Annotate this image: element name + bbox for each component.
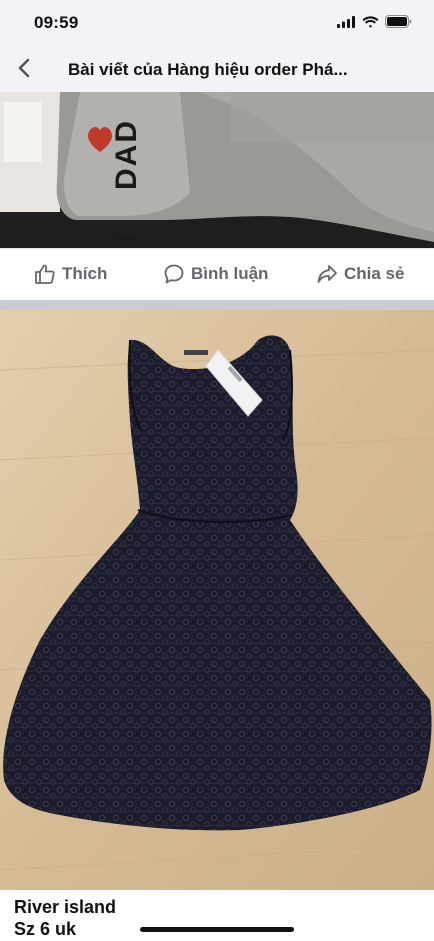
share-arrow-icon bbox=[316, 263, 338, 285]
post-caption: River island Sz 6 uk bbox=[14, 896, 116, 940]
like-button[interactable]: Thích bbox=[34, 263, 107, 285]
sock-text-i: I bbox=[111, 234, 142, 242]
sock-text-dad: DAD bbox=[110, 119, 143, 190]
post-action-bar: Thích Bình luận Chia sẻ bbox=[0, 248, 434, 300]
status-icons bbox=[337, 15, 412, 33]
comment-bubble-icon bbox=[163, 263, 185, 285]
signal-bars-icon bbox=[337, 15, 356, 33]
caption-line-brand: River island bbox=[14, 897, 117, 917]
home-indicator[interactable] bbox=[140, 927, 294, 932]
nav-bar: Bài viết của Hàng hiệu order Phá... bbox=[0, 46, 434, 92]
like-label: Thích bbox=[62, 264, 108, 283]
post-separator bbox=[0, 300, 434, 310]
thumbs-up-icon bbox=[34, 263, 56, 285]
chevron-left-icon bbox=[17, 58, 31, 83]
page-title: Bài viết của Hàng hiệu order Phá... bbox=[68, 60, 348, 79]
share-label: Chia sẻ bbox=[344, 264, 405, 283]
share-button[interactable]: Chia sẻ bbox=[316, 263, 404, 285]
back-button[interactable] bbox=[10, 56, 38, 84]
comment-button[interactable]: Bình luận bbox=[163, 263, 268, 285]
comment-label: Bình luận bbox=[191, 264, 269, 283]
post-photo-socks[interactable]: DAD I bbox=[0, 92, 434, 248]
battery-icon bbox=[385, 15, 412, 33]
status-bar: 09:59 bbox=[0, 0, 434, 46]
status-time: 09:59 bbox=[34, 13, 79, 32]
wifi-icon bbox=[362, 15, 379, 33]
caption-line-size: Sz 6 uk bbox=[14, 919, 77, 939]
post-photo-dress[interactable] bbox=[0, 310, 434, 890]
